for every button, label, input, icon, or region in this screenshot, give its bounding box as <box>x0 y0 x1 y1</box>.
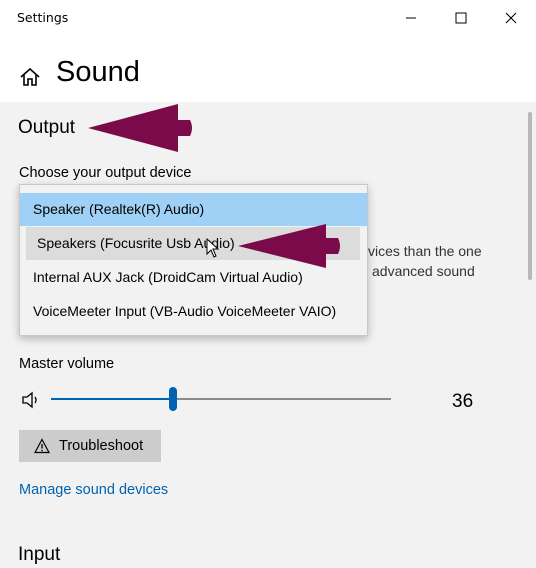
output-device-label: Choose your output device <box>19 165 192 181</box>
troubleshoot-button[interactable]: Troubleshoot <box>19 430 161 462</box>
troubleshoot-label: Troubleshoot <box>59 438 144 454</box>
scrollbar[interactable] <box>528 112 532 280</box>
mouse-cursor-icon <box>206 238 220 258</box>
manage-sound-devices-link[interactable]: Manage sound devices <box>19 482 168 498</box>
maximize-button[interactable] <box>438 4 484 32</box>
master-volume-label: Master volume <box>19 356 115 372</box>
maximize-icon <box>455 12 467 24</box>
volume-slider-fill <box>51 398 174 400</box>
output-section-title: Output <box>18 117 76 138</box>
volume-value: 36 <box>452 391 474 412</box>
obscured-description-line2: advanced sound <box>372 263 475 279</box>
page-header: Sound <box>0 36 536 102</box>
close-button[interactable] <box>488 4 534 32</box>
title-bar: Settings <box>0 0 536 36</box>
dropdown-option[interactable]: VoiceMeeter Input (VB-Audio VoiceMeeter … <box>20 295 367 328</box>
app-title: Settings <box>17 10 69 25</box>
minimize-icon <box>406 17 416 19</box>
minimize-button[interactable] <box>388 4 434 32</box>
speaker-volume-icon[interactable] <box>21 391 41 409</box>
close-icon <box>505 12 517 24</box>
volume-slider-thumb[interactable] <box>169 387 178 411</box>
annotation-arrow-icon <box>88 104 192 152</box>
home-icon[interactable] <box>19 66 41 88</box>
warning-icon <box>34 438 50 454</box>
input-section-title: Input <box>18 544 61 565</box>
page-title: Sound <box>56 56 140 88</box>
annotation-arrow-icon <box>238 224 340 268</box>
obscured-description-line1: vices than the one <box>368 243 482 259</box>
